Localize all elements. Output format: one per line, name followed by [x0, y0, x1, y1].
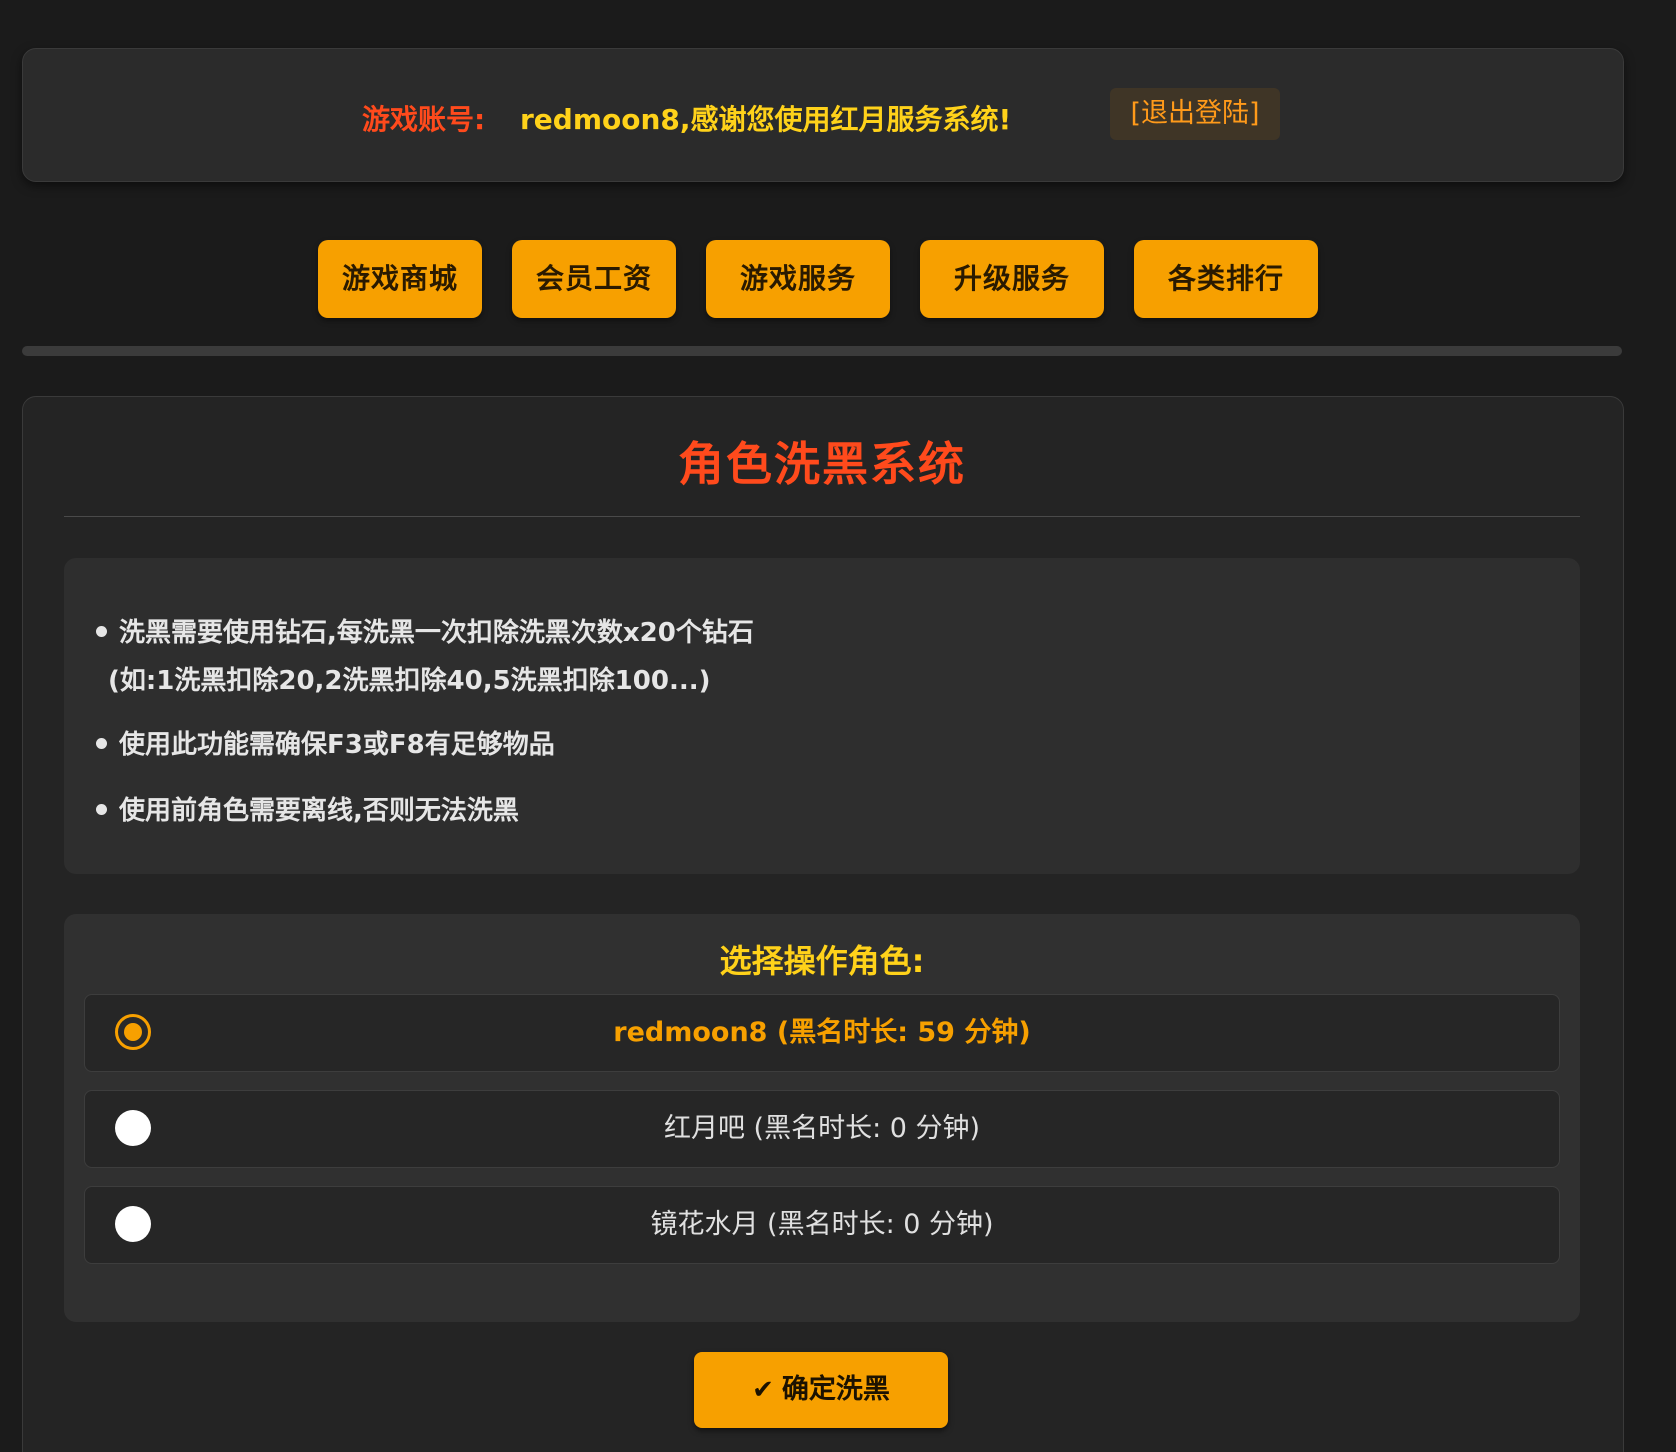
nav-button-salary[interactable]: 会员工资 — [512, 240, 676, 318]
bullet-icon — [96, 626, 107, 637]
confirm-label: 确定洗黑 — [781, 1374, 890, 1405]
info-line-4: 使用前角色需要离线,否则无法洗黑 — [96, 790, 519, 827]
bullet-icon — [96, 804, 107, 815]
role-label: 镜花水月 (黑名时长: 0 分钟) — [650, 1209, 994, 1240]
role-heading: 选择操作角色: — [719, 942, 925, 980]
logout-button[interactable]: [退出登陆] — [1110, 88, 1280, 140]
page: 游戏账号: redmoon8,感谢您使用红月服务系统! [退出登陆] 游戏商城 … — [0, 0, 1676, 1452]
info-line-1: 洗黑需要使用钻石,每洗黑一次扣除洗黑次数x20个钻石 — [96, 612, 754, 649]
account-label: 游戏账号: — [362, 103, 486, 136]
role-option-redmoon8[interactable]: redmoon8 (黑名时长: 59 分钟) — [84, 994, 1560, 1072]
info-line-2: (如:1洗黑扣除20,2洗黑扣除40,5洗黑扣除100...) — [108, 660, 710, 697]
nav-button-shop[interactable]: 游戏商城 — [318, 240, 482, 318]
divider — [22, 346, 1622, 356]
role-option-jinghuashuiyue[interactable]: 镜花水月 (黑名时长: 0 分钟) — [84, 1186, 1560, 1264]
title-divider — [64, 516, 1580, 517]
nav-button-rankings[interactable]: 各类排行 — [1134, 240, 1318, 318]
page-title: 角色洗黑系统 — [678, 437, 966, 491]
confirm-button[interactable]: ✔ 确定洗黑 — [694, 1352, 948, 1428]
role-label: 红月吧 (黑名时长: 0 分钟) — [663, 1113, 981, 1144]
welcome-text: redmoon8,感谢您使用红月服务系统! — [520, 103, 1012, 136]
nav-button-upgrade-service[interactable]: 升级服务 — [920, 240, 1104, 318]
nav-button-game-service[interactable]: 游戏服务 — [706, 240, 890, 318]
info-text-2: (如:1洗黑扣除20,2洗黑扣除40,5洗黑扣除100...) — [108, 666, 711, 696]
bullet-icon — [96, 738, 107, 749]
role-label: redmoon8 (黑名时长: 59 分钟) — [613, 1017, 1031, 1048]
info-line-3: 使用此功能需确保F3或F8有足够物品 — [96, 724, 555, 761]
check-icon: ✔ — [752, 1375, 774, 1405]
role-option-hongyueba[interactable]: 红月吧 (黑名时长: 0 分钟) — [84, 1090, 1560, 1168]
info-text-1: 洗黑需要使用钻石,每洗黑一次扣除洗黑次数x20个钻石 — [119, 618, 754, 648]
info-text-4: 使用前角色需要离线,否则无法洗黑 — [119, 796, 519, 826]
info-text-3: 使用此功能需确保F3或F8有足够物品 — [119, 730, 555, 760]
